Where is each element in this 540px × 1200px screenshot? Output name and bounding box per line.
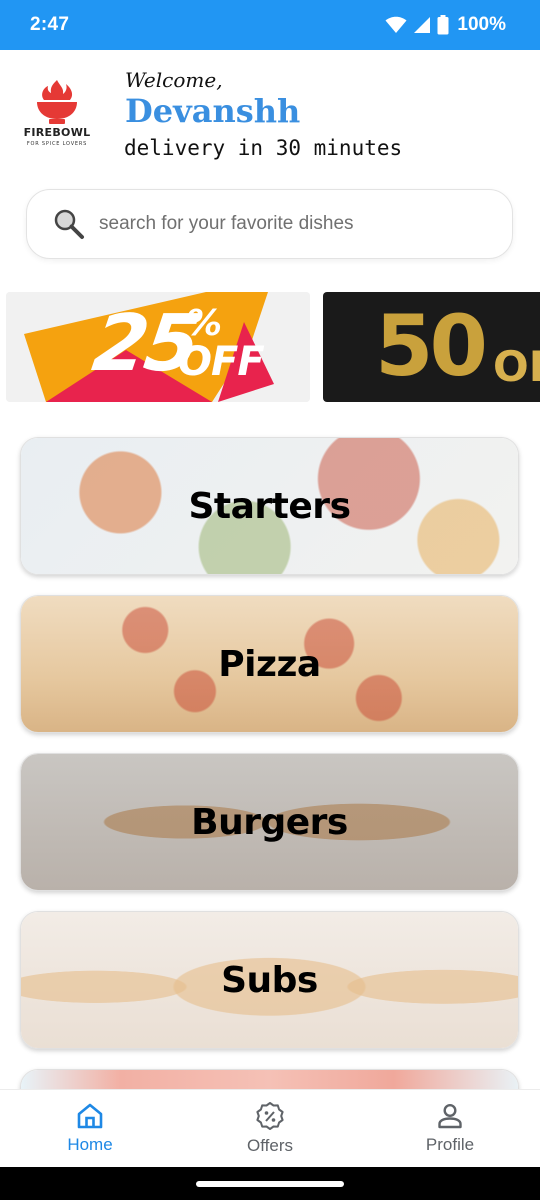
nav-profile-label: Profile [425,1134,475,1154]
promo-banner-50-off[interactable]: 50 % OF [323,292,540,402]
promo-carousel[interactable]: 25 % OFF 50 % OF [0,292,540,404]
offers-badge-icon [256,1101,284,1130]
home-icon [77,1103,103,1128]
category-label: Burgers [191,801,348,843]
person-icon [438,1103,462,1128]
firebowl-logo: FIREBOWL FOR SPICE LOVERS [18,78,96,152]
nav-offers[interactable]: Offers [180,1090,360,1167]
banner-off-label: OF [493,342,540,391]
user-name: Devanshh [125,92,301,130]
nav-home[interactable]: Home [0,1090,180,1167]
logo-tagline: FOR SPICE LOVERS [26,141,88,147]
system-navigation-bar [0,1167,540,1200]
home-gesture-handle[interactable] [196,1181,344,1187]
category-label: Starters [188,485,352,527]
wifi-icon [385,16,407,33]
nav-offers-label: Offers [247,1135,293,1155]
search-icon [54,209,84,239]
banner-off-label: OFF [178,339,265,385]
delivery-time-text: delivery in 30 minutes [124,136,403,160]
cellular-signal-icon [414,17,431,33]
logo-name: FIREBOWL [23,126,91,139]
category-card-subs[interactable]: Subs [20,911,519,1049]
nav-home-label: Home [67,1134,113,1154]
promo-banner-25-off[interactable]: 25 % OFF [6,292,310,402]
status-time: 2:47 [30,14,70,35]
bottom-navigation: Home Offers Profile [0,1089,540,1167]
fire-bowl-icon [37,80,77,124]
banner-discount-value: 50 [375,297,488,395]
search-bar[interactable] [26,189,513,259]
battery-icon [437,15,449,35]
category-card-pizza[interactable]: Pizza [20,595,519,733]
banner-percent-sign: % [186,303,223,344]
header: FIREBOWL FOR SPICE LOVERS Welcome, Devan… [0,50,540,180]
category-label: Subs [221,959,318,1001]
category-card-starters[interactable]: Starters [20,437,519,575]
nav-profile[interactable]: Profile [360,1090,540,1167]
status-bar: 2:47 100% [0,0,540,50]
status-icons: 100% [385,14,506,36]
welcome-text: Welcome, [125,68,223,92]
battery-percentage: 100% [457,14,506,35]
category-label: Pizza [218,643,321,685]
category-card-burgers[interactable]: Burgers [20,753,519,891]
search-input[interactable] [99,213,459,235]
